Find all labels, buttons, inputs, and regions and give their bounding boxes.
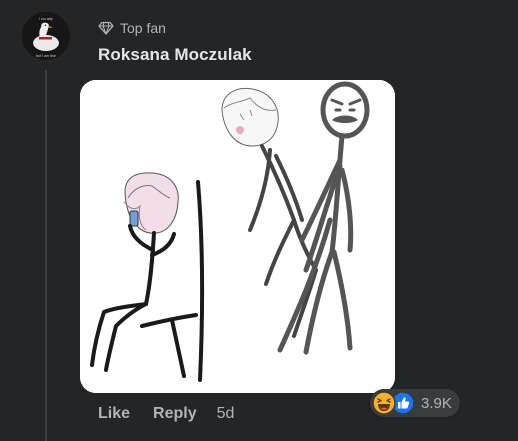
reactions-summary[interactable]: 3.9K <box>370 389 460 417</box>
comment-timestamp[interactable]: 5d <box>217 405 235 423</box>
comment-image[interactable] <box>80 80 395 393</box>
badge-label: Top fan <box>120 20 166 36</box>
like-button[interactable]: Like <box>98 405 130 423</box>
stick-figure-drawing <box>80 80 395 393</box>
avatar-caption-top: i no ally <box>39 16 53 21</box>
diamond-icon <box>98 20 114 36</box>
avatar-caption-bottom: but I am fine <box>36 54 56 58</box>
top-fan-badge: Top fan <box>98 20 166 36</box>
avatar[interactable]: i no ally but I am fine <box>22 12 70 60</box>
comment-actions: Like Reply 5d <box>98 405 234 423</box>
avatar-goose-image: i no ally but I am fine <box>22 12 70 60</box>
author-name[interactable]: Roksana Moczulak <box>98 45 252 65</box>
thread-line <box>45 70 47 441</box>
haha-icon <box>372 391 396 415</box>
reaction-count: 3.9K <box>421 394 452 412</box>
reply-button[interactable]: Reply <box>153 405 197 423</box>
